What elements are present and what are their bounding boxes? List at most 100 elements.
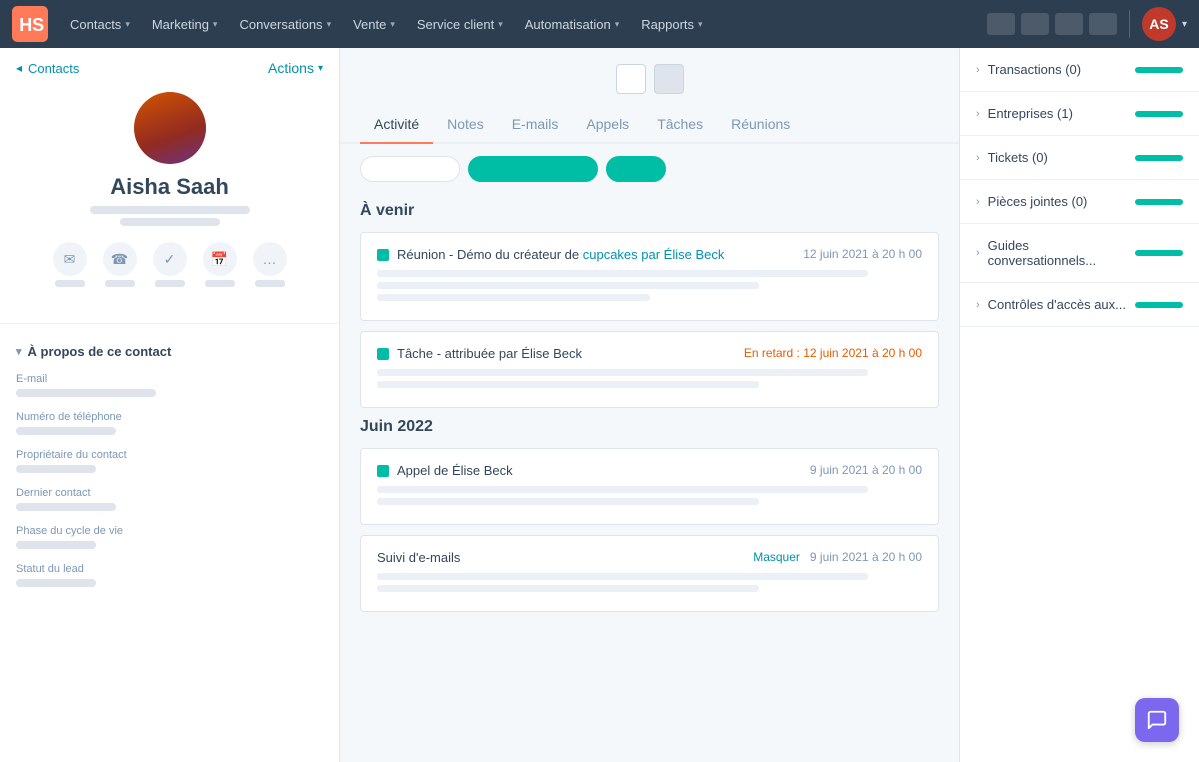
chevron-right-icon: › (976, 247, 980, 259)
profile-subtitle-line-1 (90, 206, 250, 214)
more-icon-label (255, 280, 285, 287)
indicator-pieces-jointes (1135, 199, 1183, 205)
chevron-down-icon: ▾ (213, 19, 218, 30)
action-icons-row: ✉ ☎ ✓ 📅 … (53, 242, 287, 287)
right-item-tickets[interactable]: › Tickets (0) (960, 136, 1199, 180)
actions-button[interactable]: Actions ▾ (268, 60, 323, 76)
avatar-chevron-icon[interactable]: ▾ (1182, 19, 1187, 30)
nav-service-client[interactable]: Service client ▾ (407, 11, 513, 38)
indicator-transactions (1135, 67, 1183, 73)
hubspot-logo[interactable]: HS (12, 6, 48, 42)
card-date-appel: 9 juin 2021 à 20 h 00 (810, 463, 922, 477)
avatar-image (134, 92, 206, 164)
nav-help-button[interactable] (1055, 13, 1083, 35)
phone-value[interactable] (16, 427, 116, 435)
placeholder-line (377, 573, 868, 580)
nav-settings-button[interactable] (1021, 13, 1049, 35)
phone-icon[interactable]: ☎ (103, 242, 137, 276)
user-avatar[interactable]: AS (1142, 7, 1176, 41)
email-icon[interactable]: ✉ (53, 242, 87, 276)
card-placeholder (377, 369, 922, 388)
breadcrumb-contacts-label: Contacts (28, 61, 79, 76)
right-item-pieces-jointes[interactable]: › Pièces jointes (0) (960, 180, 1199, 224)
owner-value[interactable] (16, 465, 96, 473)
timeline-card-suivi: Suivi d'e-mails Masquer 9 juin 2021 à 20… (360, 535, 939, 612)
nav-conversations[interactable]: Conversations ▾ (229, 11, 341, 38)
action-call[interactable]: ☎ (103, 242, 137, 287)
sidebar-divider (0, 323, 339, 324)
nav-vente[interactable]: Vente ▾ (343, 11, 405, 38)
chevron-down-icon: ▾ (390, 19, 395, 30)
center-content: Activité Notes E-mails Appels Tâches Réu… (340, 48, 959, 762)
meeting-icon[interactable]: 📅 (203, 242, 237, 276)
lifecycle-value[interactable] (16, 541, 96, 549)
action-more[interactable]: … (253, 242, 287, 287)
about-header[interactable]: ▾ À propos de ce contact (16, 344, 323, 359)
field-last-contact: Dernier contact (16, 487, 323, 511)
action-meeting[interactable]: 📅 (203, 242, 237, 287)
chevron-down-icon: ▾ (698, 19, 703, 30)
indicator-tickets (1135, 155, 1183, 161)
right-item-guides[interactable]: › Guides conversationnels... (960, 224, 1199, 283)
field-owner: Propriétaire du contact (16, 449, 323, 473)
action-task[interactable]: ✓ (153, 242, 187, 287)
filter-pill-2[interactable] (468, 156, 598, 182)
field-phone: Numéro de téléphone (16, 411, 323, 435)
field-lifecycle: Phase du cycle de vie (16, 525, 323, 549)
card-dot-icon (377, 348, 389, 360)
suivi-masquer-btn[interactable]: Masquer (753, 550, 800, 564)
right-label-pieces-jointes: Pièces jointes (0) (988, 194, 1127, 209)
view-toggle-btn-1[interactable] (616, 64, 646, 94)
tab-taches[interactable]: Tâches (643, 106, 717, 144)
placeholder-line (377, 486, 868, 493)
more-icon[interactable]: … (253, 242, 287, 276)
filter-pill-1[interactable] (360, 156, 460, 182)
card-date-reunion: 12 juin 2021 à 20 h 00 (803, 247, 922, 261)
view-toggle-btn-2[interactable] (654, 64, 684, 94)
tab-notes[interactable]: Notes (433, 106, 498, 144)
chevron-right-icon: › (976, 152, 980, 164)
top-button-row (340, 48, 959, 106)
email-value[interactable] (16, 389, 156, 397)
tab-emails[interactable]: E-mails (498, 106, 573, 144)
nav-search-button[interactable] (987, 13, 1015, 35)
right-item-controles[interactable]: › Contrôles d'accès aux... (960, 283, 1199, 327)
indicator-controles (1135, 302, 1183, 308)
timeline-content: À venir Réunion - Démo du créateur de cu… (340, 202, 959, 612)
nav-contacts[interactable]: Contacts ▾ (60, 11, 140, 38)
tab-activite[interactable]: Activité (360, 106, 433, 144)
nav-automatisation[interactable]: Automatisation ▾ (515, 11, 630, 38)
filter-pill-3[interactable] (606, 156, 666, 182)
indicator-guides (1135, 250, 1183, 256)
nav-rapports[interactable]: Rapports ▾ (631, 11, 712, 38)
top-navigation: HS Contacts ▾ Marketing ▾ Conversations … (0, 0, 1199, 48)
timeline-card-reunion: Réunion - Démo du créateur de cupcakes p… (360, 232, 939, 321)
lead-status-label: Statut du lead (16, 563, 323, 575)
right-item-transactions[interactable]: › Transactions (0) (960, 48, 1199, 92)
nav-notifications-button[interactable] (1089, 13, 1117, 35)
tab-reunions[interactable]: Réunions (717, 106, 804, 144)
tab-appels[interactable]: Appels (572, 106, 643, 144)
chat-button[interactable] (1135, 698, 1179, 742)
placeholder-line (377, 282, 759, 289)
nav-right-controls: AS ▾ (987, 7, 1187, 41)
right-label-entreprises: Entreprises (1) (988, 106, 1127, 121)
owner-label: Propriétaire du contact (16, 449, 323, 461)
main-layout: ◂ Contacts Actions ▾ Aisha Saah ✉ (0, 48, 1199, 762)
filter-bar (340, 144, 959, 194)
task-icon[interactable]: ✓ (153, 242, 187, 276)
right-item-entreprises[interactable]: › Entreprises (1) (960, 92, 1199, 136)
back-to-contacts[interactable]: ◂ Contacts (16, 61, 79, 76)
action-email[interactable]: ✉ (53, 242, 87, 287)
lead-status-value[interactable] (16, 579, 96, 587)
card-header: Suivi d'e-mails Masquer 9 juin 2021 à 20… (377, 550, 922, 565)
section-juin-2022: Juin 2022 (360, 418, 939, 436)
nav-marketing[interactable]: Marketing ▾ (142, 11, 228, 38)
placeholder-line (377, 270, 868, 277)
chevron-down-icon: ▾ (318, 63, 323, 74)
placeholder-line (377, 369, 868, 376)
section-a-venir: À venir (360, 202, 939, 220)
chevron-right-icon: › (976, 196, 980, 208)
last-contact-value[interactable] (16, 503, 116, 511)
card-title-tache: Tâche - attribuée par Élise Beck (397, 346, 582, 361)
